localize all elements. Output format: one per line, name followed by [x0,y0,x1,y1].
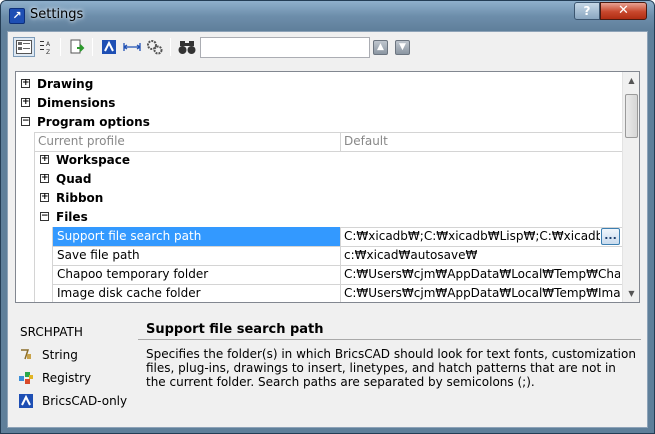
tree-node-drawing[interactable]: + Drawing [16,75,622,94]
previous-arrow-icon[interactable]: ▲ [373,40,388,55]
property-compatibility-label: BricsCAD-only [42,394,128,408]
bricscad-icon [18,393,34,409]
bricscad-filter-icon[interactable] [98,37,120,57]
svg-text:A: A [46,41,51,48]
toolbar-separator [60,38,61,56]
scroll-up-icon[interactable]: ▲ [626,75,637,86]
property-compatibility: BricsCAD-only [16,391,127,411]
scroll-down-icon[interactable]: ▼ [626,288,637,299]
current-profile-label: Current profile [38,134,125,148]
description-text: Specifies the folder(s) in which BricsCA… [146,347,636,389]
property-type-label: String [42,348,78,362]
tree-node-label: Workspace [56,153,131,167]
registry-icon [18,370,34,386]
bricscad-app-icon: ↗ [9,8,25,24]
next-arrow-icon[interactable]: ▼ [395,40,410,55]
tree-node-label: Files [56,210,88,224]
browse-button[interactable]: ... [601,228,620,245]
property-name-save-file-path[interactable]: Save file path [53,246,340,265]
toolbar-separator [92,38,93,56]
collapse-icon[interactable]: − [40,212,49,221]
property-name-chapoo-temporary-folder[interactable]: Chapoo temporary folder [53,265,340,284]
search-input[interactable] [200,37,370,58]
tree-node-quad[interactable]: + Quad [34,170,622,189]
tree-node-label: Drawing [37,77,94,91]
settings-client-area: AZ ▲ ▼ + Drawing + Dimensions − Program … [7,31,648,428]
grid-line [340,132,341,152]
close-button[interactable]: ✕ [600,2,647,20]
property-value-image-disk-cache-folder[interactable]: C:₩Users₩cjm₩AppData₩Local₩Temp₩ImageCac… [344,284,620,302]
tree-node-files[interactable]: − Files [34,208,622,227]
settings-tree: + Drawing + Dimensions − Program options… [15,71,640,303]
property-value-chapoo-temporary-folder[interactable]: C:₩Users₩cjm₩AppData₩Local₩Temp₩Chapoo₩ [344,265,620,284]
tree-node-program-options[interactable]: − Program options [16,113,622,132]
expand-icon[interactable]: + [40,155,49,164]
tree-node-label: Ribbon [56,191,104,205]
description-divider [138,339,641,340]
dimension-filter-icon[interactable] [121,37,143,57]
settings-window: ↗ Settings ? ✕ AZ ▲ ▼ + Drawing + Dimens… [0,0,655,434]
tree-node-ribbon[interactable]: + Ribbon [34,189,622,208]
tree-node-label: Program options [37,115,150,129]
description-title: Support file search path [146,322,324,337]
tree-node-label: Dimensions [37,96,116,110]
property-value-support-file-search-path[interactable]: C:₩xicadb₩;C:₩xicadb₩Lisp₩;C:₩xicadb₩Lib… [344,227,600,246]
settings-filter-icon[interactable] [144,37,166,57]
property-storage-label: Registry [42,371,92,385]
expand-icon[interactable]: + [21,79,30,88]
export-icon[interactable] [66,37,88,57]
svg-text:Z: Z [46,49,50,55]
scroll-thumb[interactable] [625,94,638,138]
help-button[interactable]: ? [574,2,600,20]
property-name-image-disk-cache-folder[interactable]: Image disk cache folder [53,284,340,302]
property-name-support-file-search-path[interactable]: Support file search path [53,227,340,246]
system-variable-name: SRCHPATH [20,325,83,339]
find-binoculars-icon[interactable] [176,37,198,57]
property-storage: Registry [16,368,91,388]
property-value-save-file-path[interactable]: c:₩xicad₩autosave₩ [344,246,620,265]
expand-icon[interactable]: + [40,193,49,202]
string-type-icon [18,347,34,363]
window-title: Settings [30,7,84,22]
toolbar: AZ ▲ ▼ [8,32,647,62]
vertical-scrollbar[interactable]: ▲ ▼ [622,72,639,302]
categorized-view-icon[interactable] [13,37,35,57]
expand-icon[interactable]: + [21,98,30,107]
tree-node-dimensions[interactable]: + Dimensions [16,94,622,113]
title-bar[interactable]: ↗ Settings ? ✕ [1,1,654,31]
current-profile-value: Default [344,134,388,148]
toolbar-separator [170,38,171,56]
tree-node-label: Quad [56,172,92,186]
property-type: String [16,345,78,365]
collapse-icon[interactable]: − [21,117,30,126]
tree-node-workspace[interactable]: + Workspace [34,151,622,170]
alphabetic-sort-icon[interactable]: AZ [36,37,58,57]
expand-icon[interactable]: + [40,174,49,183]
